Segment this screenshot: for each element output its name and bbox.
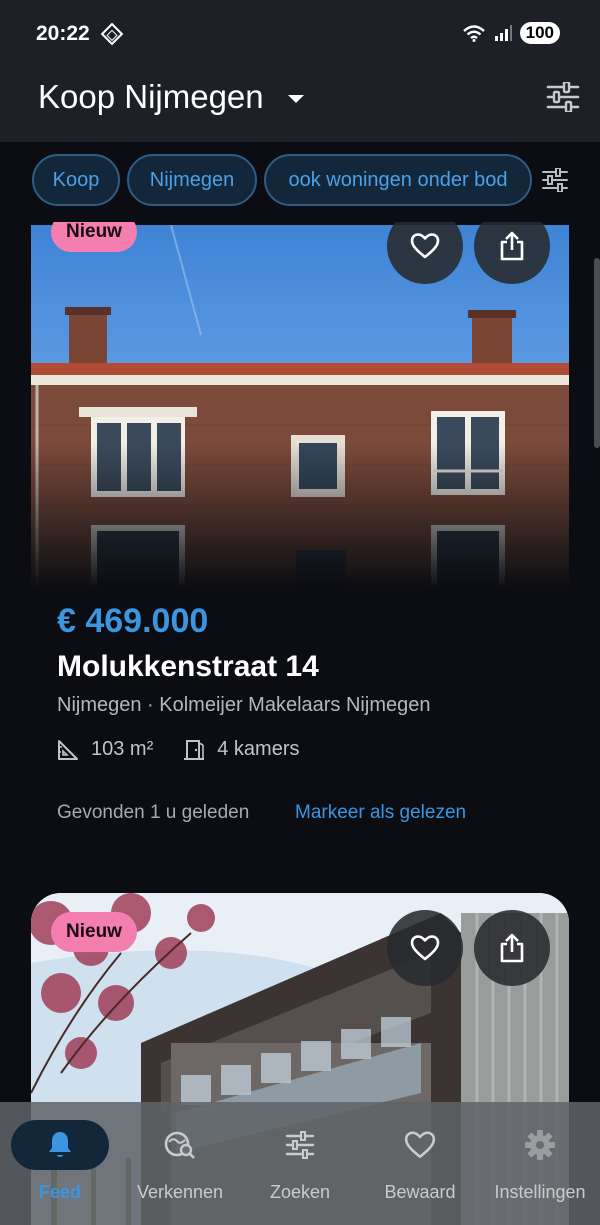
share-icon: [500, 231, 524, 261]
chip-koop[interactable]: Koop: [32, 154, 120, 206]
search-title[interactable]: Koop Nijmegen: [38, 78, 264, 116]
listing-photo[interactable]: [31, 225, 569, 588]
nav-zoeken-label: Zoeken: [269, 1182, 331, 1202]
listing-price: € 469.000: [57, 602, 209, 640]
edit-filters-icon[interactable]: [541, 168, 569, 192]
nav-zoeken[interactable]: Zoeken: [240, 1120, 360, 1203]
listing-features: 103 m² 4 kamers: [57, 738, 300, 761]
nav-bewaard-icon-container: [371, 1120, 469, 1170]
bell-icon: [49, 1132, 71, 1157]
signal-icon: [494, 25, 512, 41]
mark-as-read-link[interactable]: Markeer als gelezen: [295, 802, 466, 824]
notification-diamond-icon: [100, 22, 124, 46]
listing-area: 103 m²: [91, 738, 154, 760]
new-badge: Nieuw: [51, 222, 137, 252]
heart-icon: [404, 1131, 436, 1159]
gear-icon: [525, 1130, 555, 1160]
app-bar: Koop Nijmegen: [0, 70, 600, 142]
filter-icon: [285, 1131, 315, 1159]
scrollbar[interactable]: [594, 258, 600, 448]
status-bar: 20:22 100: [0, 0, 600, 70]
filter-sliders-icon[interactable]: [546, 82, 580, 112]
door-icon: [184, 739, 205, 760]
chip-onder-bod[interactable]: ook woningen onder bod: [264, 154, 532, 206]
nav-feed-icon-container: [11, 1120, 109, 1170]
explore-icon: [164, 1131, 195, 1159]
floor-area-icon: [58, 739, 78, 760]
chip-nijmegen[interactable]: Nijmegen: [127, 154, 257, 206]
nav-zoeken-icon-container: [251, 1120, 349, 1170]
listing-feed[interactable]: Nieuw € 469.000 Molukkenstraat 14 Nijmeg…: [0, 222, 600, 1225]
new-badge: Nieuw: [51, 912, 137, 952]
nav-instellingen[interactable]: Instellingen: [480, 1120, 600, 1203]
status-time: 20:22: [36, 22, 90, 45]
filter-chip-row: Koop Nijmegen ook woningen onder bod: [0, 142, 600, 222]
heart-icon: [410, 233, 440, 259]
nav-feed-label: Feed: [38, 1182, 81, 1202]
listing-location: Nijmegen · Kolmeijer Makelaars Nijmegen: [57, 694, 431, 716]
share-button[interactable]: [474, 910, 550, 986]
nav-instellingen-icon-container: [491, 1120, 589, 1170]
nav-verkennen-label: Verkennen: [136, 1182, 224, 1202]
nav-instellingen-label: Instellingen: [494, 1182, 586, 1202]
heart-icon: [410, 935, 440, 961]
status-indicators: 100: [462, 22, 560, 44]
listing-address[interactable]: Molukkenstraat 14: [57, 650, 319, 684]
nav-bewaard-label: Bewaard: [384, 1182, 456, 1202]
favorite-button[interactable]: [387, 910, 463, 986]
listing-rooms: 4 kamers: [217, 738, 300, 760]
battery-indicator: 100: [519, 22, 560, 44]
bottom-navigation: Feed Verkennen Zoeken Bewaard Instelling…: [0, 1102, 600, 1225]
dropdown-caret-icon[interactable]: [288, 95, 304, 103]
house-photo-illustration: [31, 225, 569, 588]
wifi-icon: [462, 25, 485, 42]
nav-feed[interactable]: Feed: [0, 1120, 120, 1203]
nav-bewaard[interactable]: Bewaard: [360, 1120, 480, 1203]
share-icon: [500, 933, 524, 963]
nav-verkennen-icon-container: [131, 1120, 229, 1170]
nav-verkennen[interactable]: Verkennen: [120, 1120, 240, 1203]
found-time: Gevonden 1 u geleden: [57, 802, 250, 823]
